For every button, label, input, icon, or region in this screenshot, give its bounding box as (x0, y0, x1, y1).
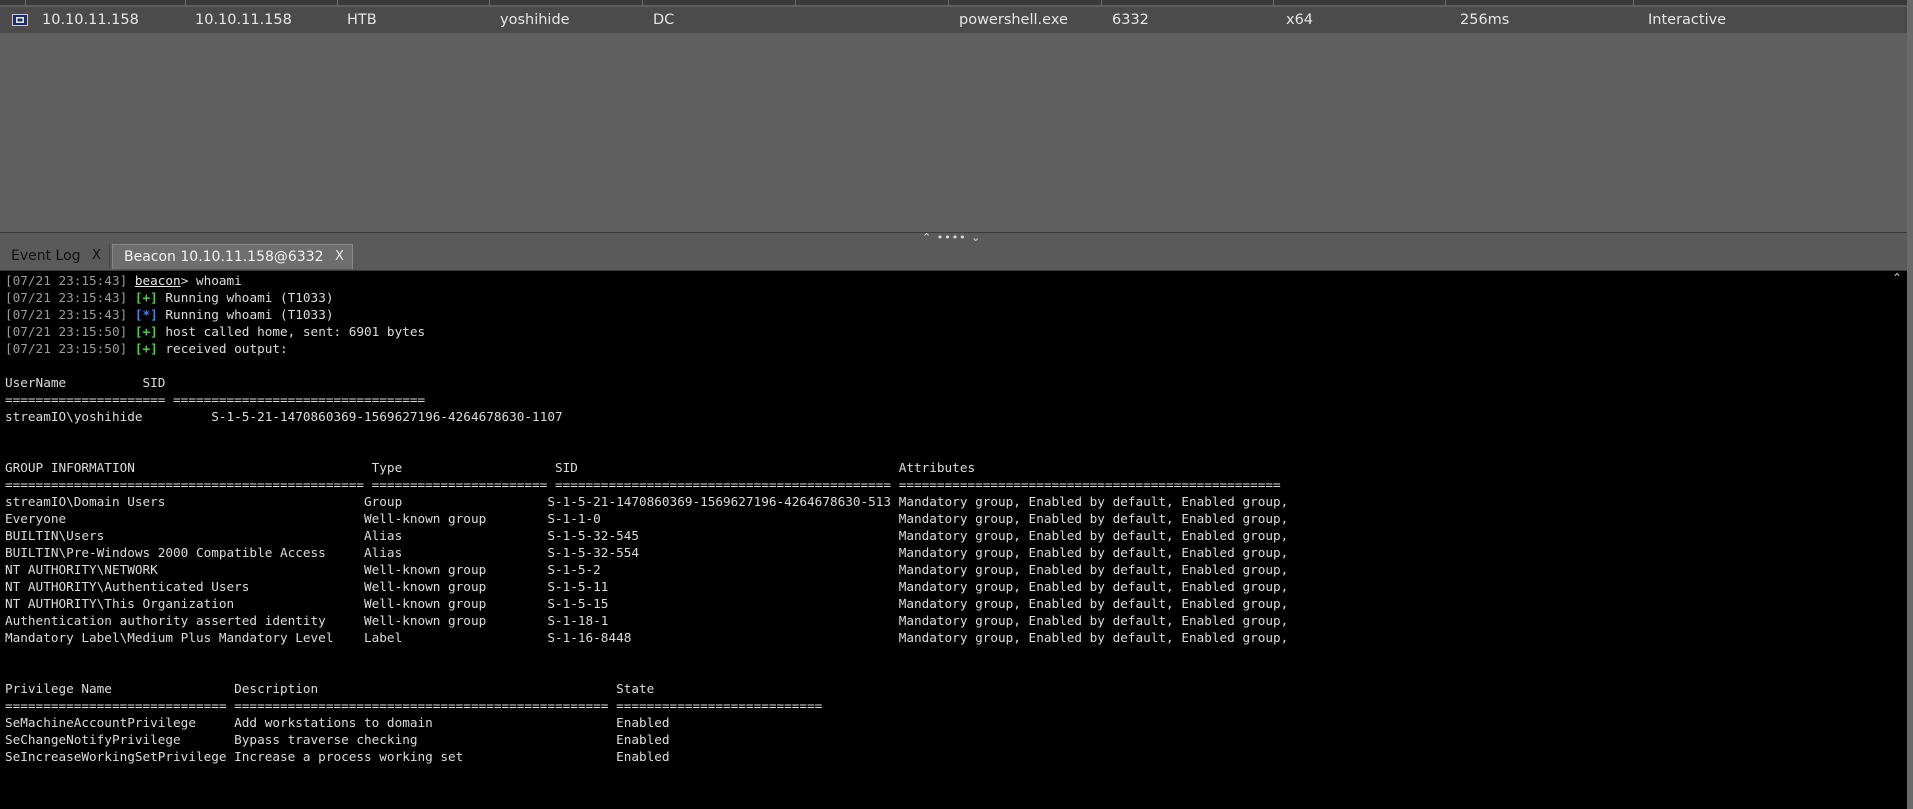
output-line: Authentication authority asserted identi… (5, 613, 1289, 628)
output-line: SeIncreaseWorkingSetPrivilege Increase a… (5, 749, 670, 764)
session-last: 256ms (1460, 12, 1510, 28)
tab-bar: Event Log X Beacon 10.10.11.158@6332 X (0, 244, 1907, 271)
output-line: streamIO\yoshihide S-1-5-21-1470860369-1… (5, 409, 563, 424)
session-process: powershell.exe (959, 12, 1068, 28)
status-tag: [*] (134, 307, 158, 322)
log-message: Running whoami (T1033) (157, 307, 334, 322)
session-user: yoshihide (500, 12, 570, 28)
status-tag: [+] (134, 324, 158, 339)
sessions-table[interactable]: 10.10.11.158 10.10.11.158 HTB yoshihide … (0, 0, 1908, 232)
status-tag: [+] (134, 341, 158, 356)
session-internal-ip: 10.10.11.158 (195, 12, 292, 28)
console-log-line: [07/21 23:15:43] [*] Running whoami (T10… (5, 306, 333, 323)
tab-event-log[interactable]: Event Log X (0, 244, 110, 269)
output-line: Everyone Well-known group S-1-1-0 Mandat… (5, 511, 1289, 526)
status-tag: [+] (134, 290, 158, 305)
output-line: ============================= ==========… (5, 698, 823, 713)
log-timestamp: [07/21 23:15:43] (5, 273, 128, 288)
session-external-ip: 10.10.11.158 (42, 12, 139, 28)
cobalt-strike-window: 10.10.11.158 10.10.11.158 HTB yoshihide … (0, 0, 1913, 809)
output-line: ========================================… (5, 477, 1281, 492)
session-pid: 6332 (1112, 12, 1149, 28)
session-computer: DC (653, 12, 675, 28)
console-scrollbar[interactable]: ⌃ (1890, 271, 1907, 809)
log-timestamp: [07/21 23:15:50] (5, 324, 128, 339)
console-log-line: [07/21 23:15:43] [+] Running whoami (T10… (5, 289, 333, 306)
output-line: NT AUTHORITY\NETWORK Well-known group S-… (5, 562, 1289, 577)
console-log-line: [07/21 23:15:50] [+] received output: (5, 340, 288, 357)
beacon-session-icon (12, 14, 28, 26)
tab-beacon[interactable]: Beacon 10.10.11.158@6332 X (112, 244, 353, 269)
console-log-line: [07/21 23:15:43] beacon> whoami (5, 272, 242, 289)
output-line: BUILTIN\Pre-Windows 2000 Compatible Acce… (5, 545, 1289, 560)
log-timestamp: [07/21 23:15:50] (5, 341, 128, 356)
sessions-table-header[interactable] (0, 0, 1908, 5)
console-log-line: [07/21 23:15:50] [+] host called home, s… (5, 323, 425, 340)
output-line: UserName SID (5, 375, 166, 390)
log-timestamp: [07/21 23:15:43] (5, 290, 128, 305)
output-line: streamIO\Domain Users Group S-1-5-21-147… (5, 494, 1289, 509)
session-row[interactable]: 10.10.11.158 10.10.11.158 HTB yoshihide … (0, 7, 1907, 33)
log-message: received output: (157, 341, 288, 356)
beacon-prompt: beacon (134, 273, 181, 288)
output-line: Mandatory Label\Medium Plus Mandatory Le… (5, 630, 1289, 645)
output-line: SeMachineAccountPrivilege Add workstatio… (5, 715, 670, 730)
session-listener: HTB (347, 12, 377, 28)
output-line: GROUP INFORMATION Type SID Attributes (5, 460, 976, 475)
output-line: SeChangeNotifyPrivilege Bypass traverse … (5, 732, 670, 747)
output-line: NT AUTHORITY\Authenticated Users Well-kn… (5, 579, 1289, 594)
close-icon[interactable]: X (92, 244, 101, 268)
log-message: Running whoami (T1033) (157, 290, 334, 305)
scroll-up-icon[interactable]: ⌃ (1892, 271, 1902, 285)
pane-splitter[interactable]: ⌃ •••• ⌄ (0, 231, 1907, 244)
output-line: ===================== ==================… (5, 392, 426, 407)
window-right-edge (1907, 0, 1913, 809)
output-line: NT AUTHORITY\This Organization Well-know… (5, 596, 1289, 611)
log-timestamp: [07/21 23:15:43] (5, 307, 128, 322)
tab-label: Beacon 10.10.11.158@6332 (124, 249, 324, 265)
output-line: BUILTIN\Users Alias S-1-5-32-545 Mandato… (5, 528, 1289, 543)
output-line: Privilege Name Description State (5, 681, 655, 696)
beacon-console[interactable]: [07/21 23:15:43] beacon> whoami [07/21 23… (0, 271, 1890, 809)
command-text: > whoami (180, 273, 242, 288)
splitter-grip-icon[interactable]: ⌃ •••• ⌄ (922, 231, 981, 244)
session-type: Interactive (1648, 12, 1727, 28)
tab-label: Event Log (11, 248, 81, 264)
session-arch: x64 (1286, 12, 1314, 28)
close-icon[interactable]: X (335, 245, 344, 269)
log-message: host called home, sent: 6901 bytes (157, 324, 426, 339)
